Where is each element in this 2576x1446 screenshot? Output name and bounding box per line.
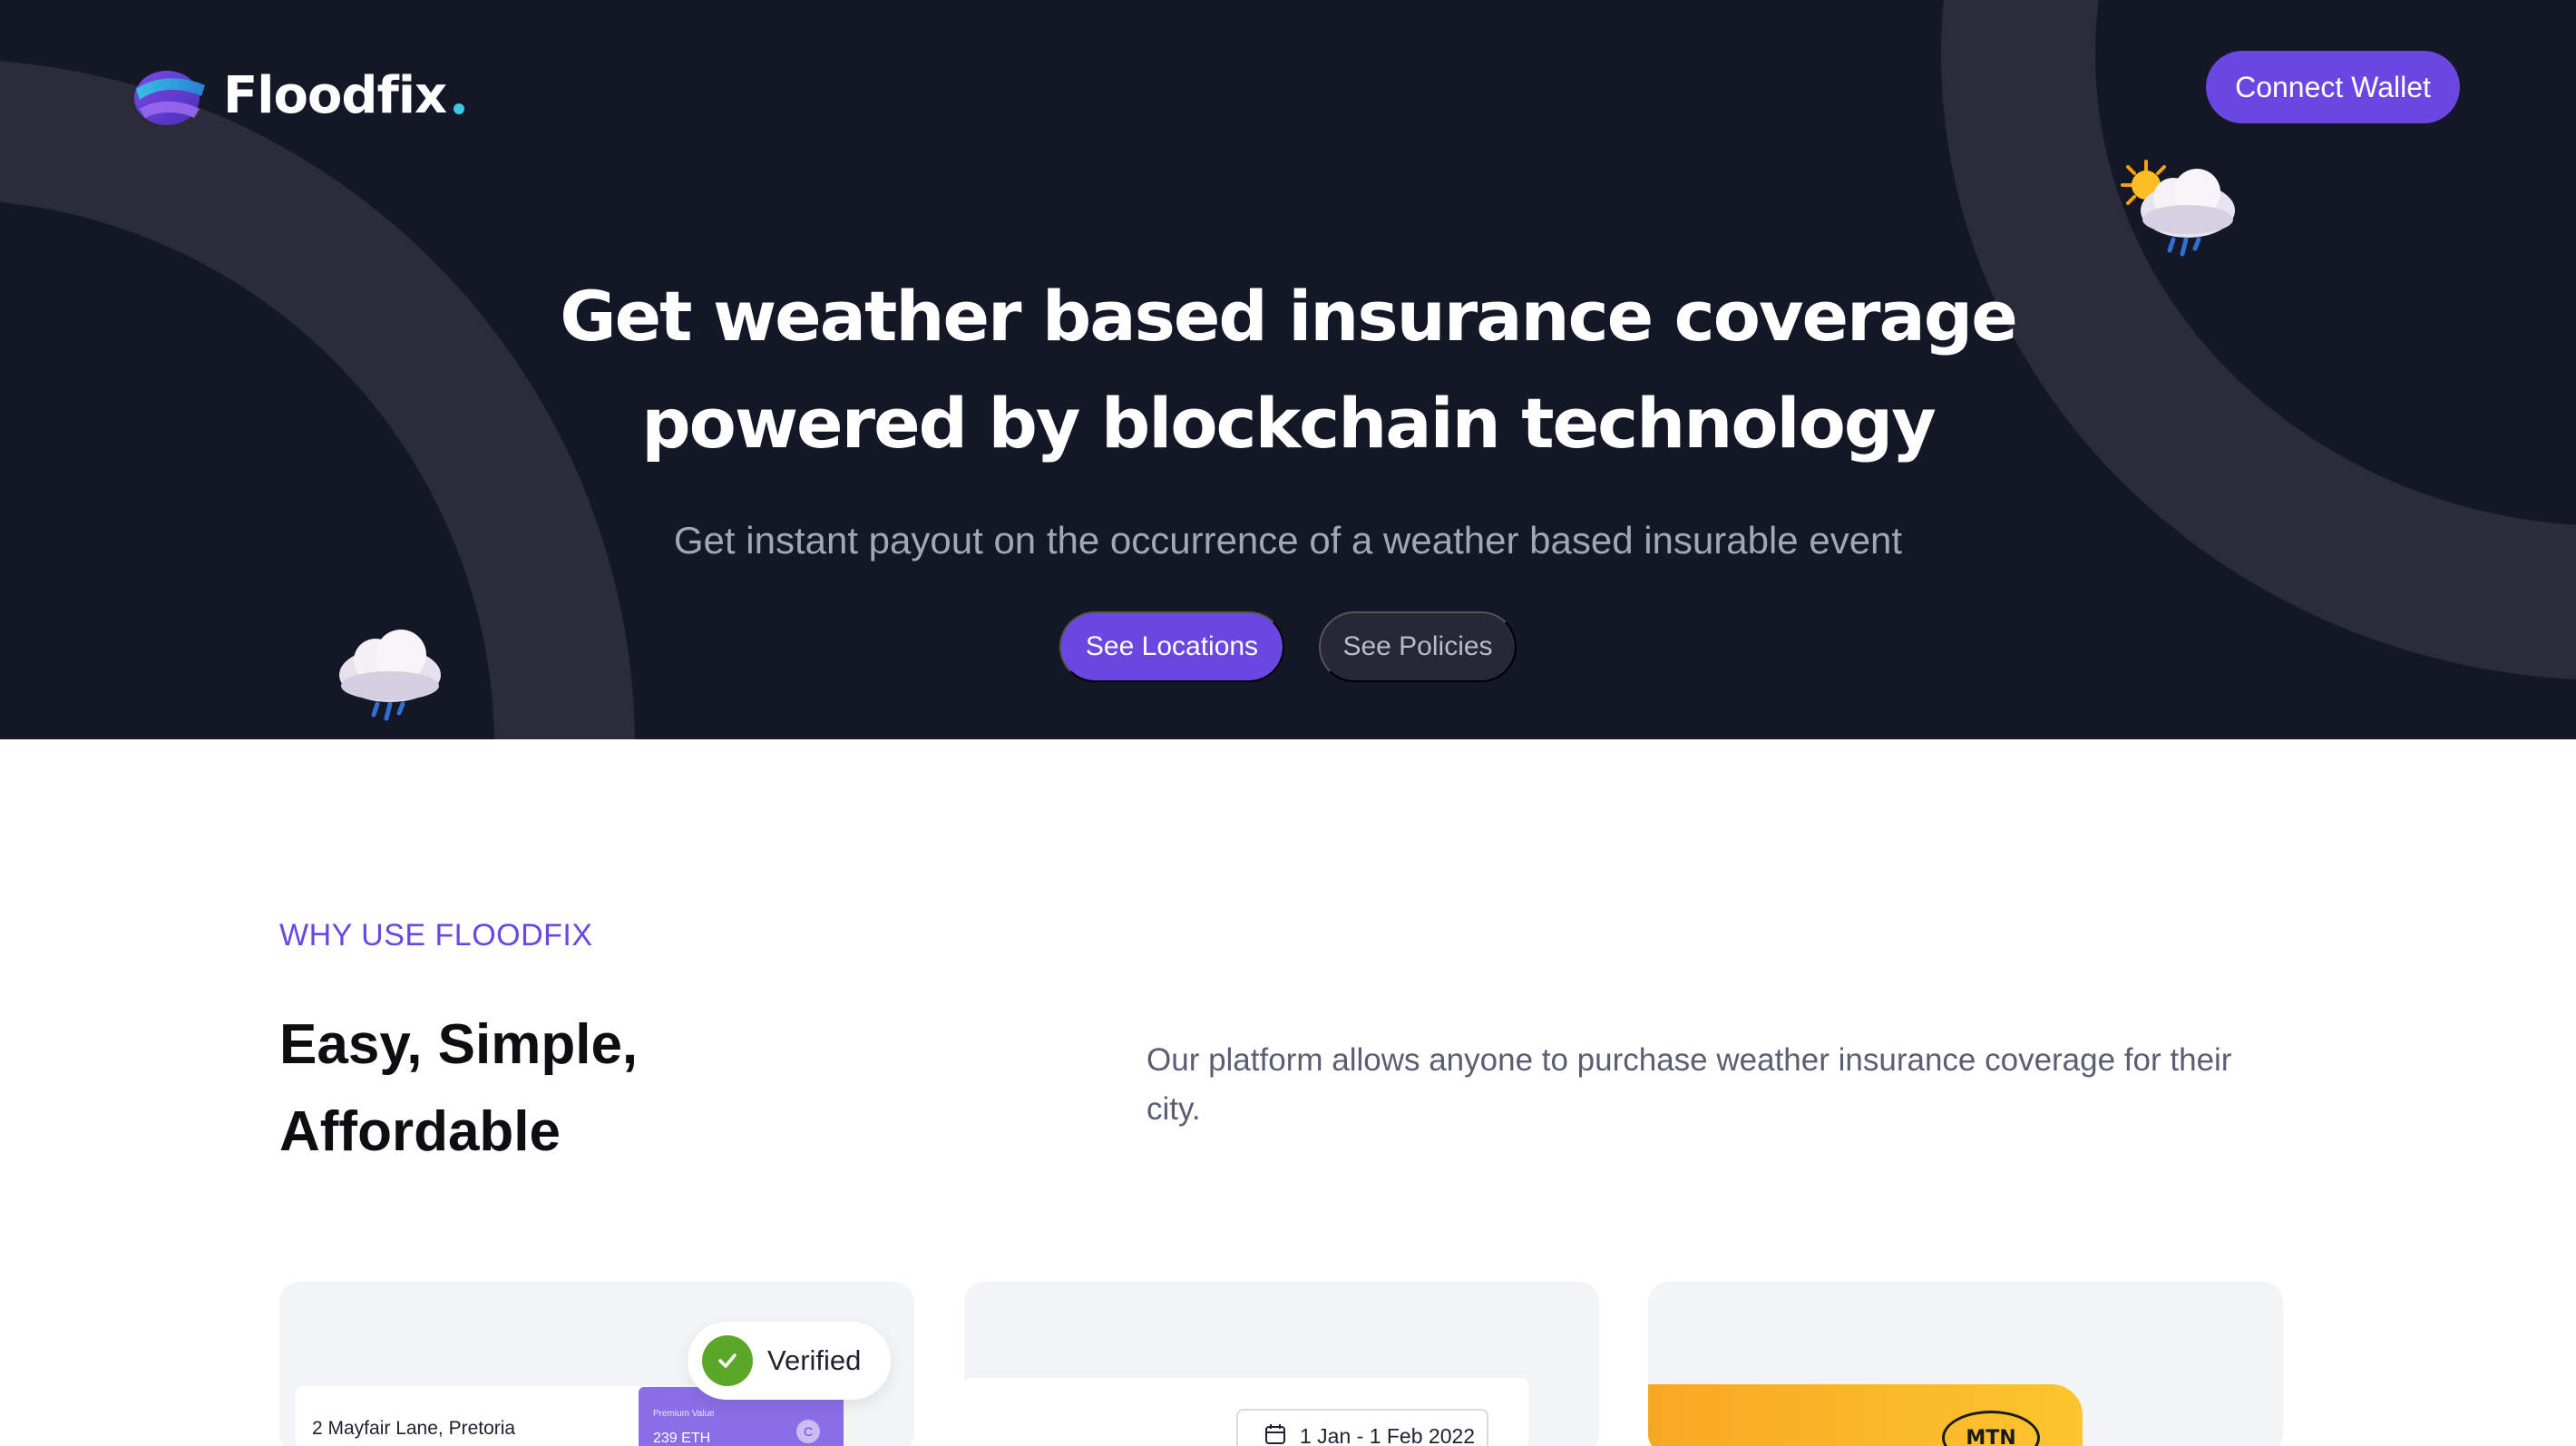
see-locations-button[interactable]: See Locations <box>1059 611 1284 682</box>
calendar-icon <box>1264 1422 1287 1446</box>
floodfix-logo-icon <box>131 62 207 129</box>
brand-logo[interactable]: Floodfix <box>131 62 465 129</box>
date-range-text: 1 Jan - 1 Feb 2022 <box>1300 1423 1476 1446</box>
premium-value: 239 ETH <box>653 1431 711 1446</box>
date-range-picker[interactable]: 1 Jan - 1 Feb 2022 <box>1236 1409 1488 1446</box>
premium-label: Premium Value <box>653 1409 715 1419</box>
hero-subtitle: Get instant payout on the occurrence of … <box>673 519 1903 562</box>
section-eyebrow: WHY USE FLOODFIX <box>279 918 593 953</box>
connect-wallet-button[interactable]: Connect Wallet <box>2206 51 2460 123</box>
hero-title: Get weather based insurance coverage pow… <box>0 263 2576 477</box>
feature-card-verified: 2 Mayfair Lane, Pretoria Premium Value 2… <box>279 1282 914 1446</box>
hero-title-line-2: powered by blockchain technology <box>641 383 1937 464</box>
check-icon <box>702 1335 753 1386</box>
see-policies-button[interactable]: See Policies <box>1319 611 1517 682</box>
verified-label: Verified <box>767 1344 862 1376</box>
hero-title-line-1: Get weather based insurance coverage <box>560 276 2017 357</box>
feature-card-dates: 1 Jan - 1 Feb 2022 <box>964 1282 1599 1446</box>
premium-badge: C <box>796 1420 820 1443</box>
section-title-line-1: Easy, Simple, <box>279 1013 639 1076</box>
hero-section: Floodfix Connect Wallet Get weather base… <box>0 0 2576 739</box>
section-description: Our platform allows anyone to purchase w… <box>1147 1042 2232 1127</box>
feature-card-payment: MTN <box>1648 1282 2283 1446</box>
section-title-line-2: Affordable <box>279 1100 561 1163</box>
cloud-rain-icon <box>330 626 448 726</box>
verified-badge: Verified <box>688 1322 891 1400</box>
property-address: 2 Mayfair Lane, Pretoria <box>312 1418 516 1439</box>
brand-dot <box>454 103 465 114</box>
sun-cloud-rain-icon <box>2113 156 2240 265</box>
section-title: Easy, Simple, Affordable <box>279 1001 824 1176</box>
brand-name: Floodfix <box>223 65 447 125</box>
